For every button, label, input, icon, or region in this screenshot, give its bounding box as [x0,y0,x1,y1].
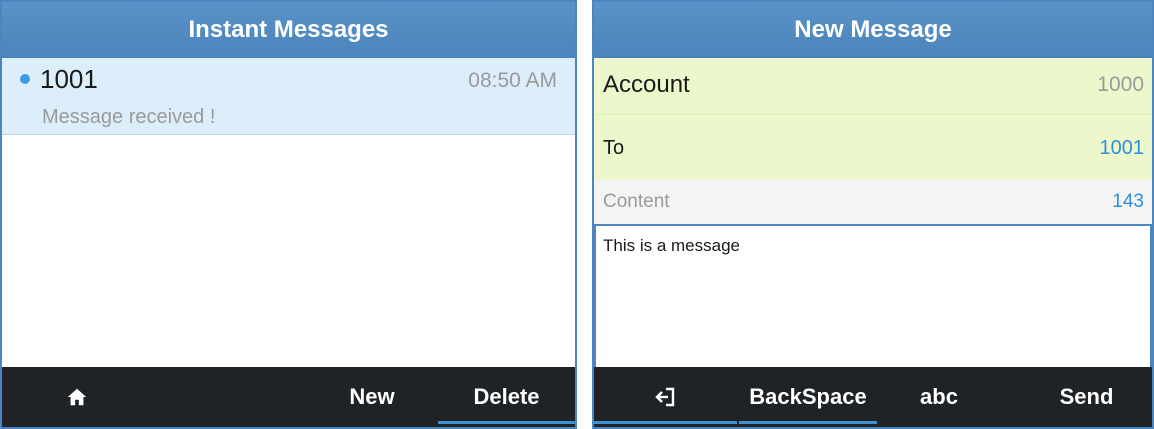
to-label: To [603,137,625,159]
input-mode-button[interactable]: abc [894,367,984,427]
page-title: New Message [794,16,952,43]
message-sender: 1001 [40,64,98,94]
focus-underline [594,421,737,424]
message-time: 08:50 AM [468,69,557,92]
input-mode-label: abc [920,384,958,409]
message-text: This is a message [603,236,740,255]
send-button[interactable]: Send [1019,367,1152,427]
focus-underline [438,421,575,424]
backspace-button-label: BackSpace [749,384,867,409]
page-title: Instant Messages [188,16,389,43]
focus-underline [739,421,877,424]
send-button-label: Send [1059,384,1114,409]
message-textarea[interactable]: This is a message [594,224,1152,371]
account-field[interactable]: Account 1000 [594,58,1152,114]
to-value: 1001 [1099,137,1145,159]
delete-button-label: Delete [473,384,540,409]
instant-messages-title-bar: Instant Messages [2,2,575,58]
softkey-bar: BackSpace abc Send [594,367,1152,427]
home-icon [67,388,87,406]
home-button[interactable] [42,367,112,427]
instant-messages-screen: Instant Messages 1001 08:50 AM Message r… [0,0,577,429]
character-count: 143 [1112,191,1144,212]
back-button[interactable] [594,367,737,427]
new-message-screen: New Message Account 1000 To 1001 Content… [592,0,1154,429]
message-preview: Message received ! [42,106,216,128]
to-field[interactable]: To 1001 [594,114,1152,180]
backspace-button[interactable]: BackSpace [739,367,877,427]
unread-indicator-icon [20,74,30,84]
message-list-item[interactable]: 1001 08:50 AM Message received ! [2,58,575,135]
exit-icon [654,387,674,407]
new-button[interactable]: New [332,367,412,427]
content-label: Content [603,191,670,212]
new-button-label: New [349,384,395,409]
delete-button[interactable]: Delete [438,367,575,427]
softkey-bar: New Delete [2,367,575,427]
account-value: 1000 [1097,73,1144,96]
content-header: Content 143 [594,180,1152,224]
new-message-title-bar: New Message [594,2,1152,58]
account-label: Account [603,71,690,98]
